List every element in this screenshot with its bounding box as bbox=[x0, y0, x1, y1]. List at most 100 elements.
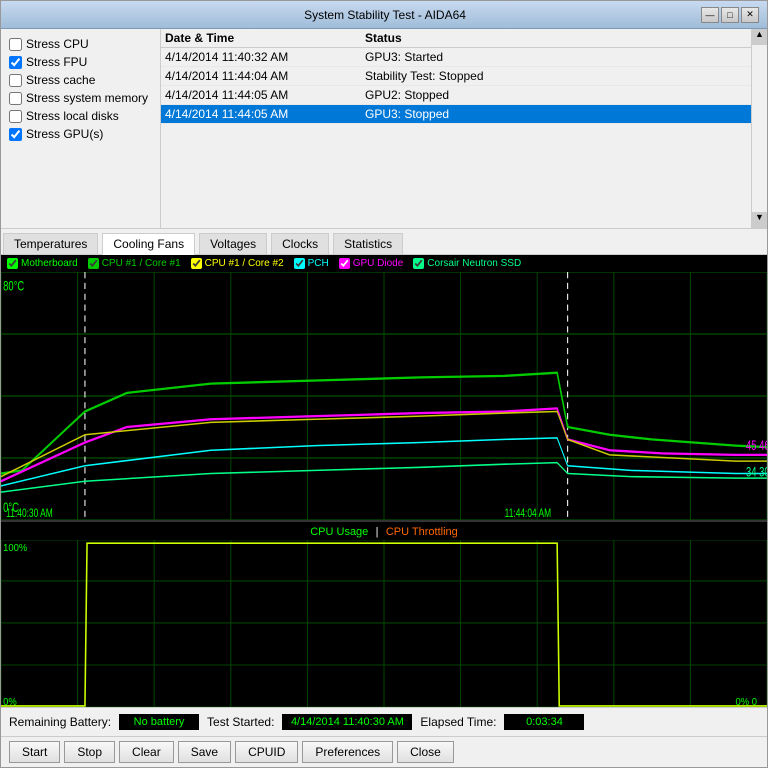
cpu-usage-svg: 100% 0% 0% 0 bbox=[1, 540, 767, 707]
svg-text:0% 0: 0% 0 bbox=[736, 697, 758, 707]
cpuid-button[interactable]: CPUID bbox=[235, 741, 298, 763]
stress-label-5: Stress GPU(s) bbox=[26, 127, 103, 141]
temperature-chart: Motherboard CPU #1 / Core #1 CPU #1 / Core… bbox=[1, 255, 767, 522]
legend-item-0: Motherboard bbox=[7, 258, 78, 269]
legend-label-4: GPU Diode bbox=[353, 258, 404, 269]
log-header-datetime: Date & Time bbox=[165, 31, 365, 45]
cpu-usage-label: CPU Usage bbox=[310, 526, 368, 538]
window-content: Stress CPU Stress FPU Stress cache Stress s… bbox=[1, 29, 767, 767]
legend-item-2: CPU #1 / Core #2 bbox=[191, 258, 284, 269]
legend-label-1: CPU #1 / Core #1 bbox=[102, 258, 181, 269]
stress-checkbox-0[interactable] bbox=[9, 38, 22, 51]
temperature-svg: 80°C 0°C 11:40:30 AM 11:44:04 AM 45 46 3… bbox=[1, 272, 767, 520]
stress-checkbox-3[interactable] bbox=[9, 92, 22, 105]
chart-legend: Motherboard CPU #1 / Core #1 CPU #1 / Core… bbox=[1, 255, 767, 272]
top-section: Stress CPU Stress FPU Stress cache Stress s… bbox=[1, 29, 767, 229]
svg-text:11:44:04 AM: 11:44:04 AM bbox=[505, 506, 551, 520]
preferences-button[interactable]: Preferences bbox=[302, 741, 393, 763]
start-button[interactable]: Start bbox=[9, 741, 60, 763]
started-value: 4/14/2014 11:40:30 AM bbox=[282, 714, 412, 730]
stress-options-panel: Stress CPU Stress FPU Stress cache Stress s… bbox=[1, 29, 161, 228]
tab-statistics[interactable]: Statistics bbox=[333, 233, 403, 254]
stress-checkbox-4[interactable] bbox=[9, 110, 22, 123]
window-title: System Stability Test - AIDA64 bbox=[69, 8, 701, 22]
stress-option-1: Stress FPU bbox=[9, 55, 152, 69]
window-controls: — □ ✕ bbox=[701, 7, 759, 23]
legend-checkbox-4[interactable] bbox=[339, 258, 350, 269]
svg-text:80°C: 80°C bbox=[3, 278, 24, 294]
cpu-usage-chart: CPU Usage | CPU Throttling bbox=[1, 522, 767, 707]
legend-checkbox-0[interactable] bbox=[7, 258, 18, 269]
cpu-chart-area: 100% 0% 0% 0 bbox=[1, 540, 767, 707]
log-cell-status: GPU3: Started bbox=[365, 50, 747, 64]
svg-text:100%: 100% bbox=[3, 543, 28, 554]
tab-temperatures[interactable]: Temperatures bbox=[3, 233, 98, 254]
log-cell-datetime: 4/14/2014 11:44:05 AM bbox=[165, 88, 365, 102]
log-panel: Date & Time Status 4/14/2014 11:40:32 AM… bbox=[161, 29, 751, 228]
started-label: Test Started: bbox=[207, 715, 274, 729]
tab-voltages[interactable]: Voltages bbox=[199, 233, 267, 254]
log-row[interactable]: 4/14/2014 11:44:05 AMGPU3: Stopped bbox=[161, 105, 751, 124]
maximize-button[interactable]: □ bbox=[721, 7, 739, 23]
stress-option-4: Stress local disks bbox=[9, 109, 152, 123]
cpu-chart-title: CPU Usage | CPU Throttling bbox=[1, 522, 767, 540]
tab-cooling-fans[interactable]: Cooling Fans bbox=[102, 233, 195, 255]
stress-label-3: Stress system memory bbox=[26, 91, 148, 105]
chart-area: 80°C 0°C 11:40:30 AM 11:44:04 AM 45 46 3… bbox=[1, 272, 767, 520]
log-header-status: Status bbox=[365, 31, 747, 45]
stress-option-0: Stress CPU bbox=[9, 37, 152, 51]
legend-checkbox-2[interactable] bbox=[191, 258, 202, 269]
stress-checkbox-1[interactable] bbox=[9, 56, 22, 69]
legend-label-2: CPU #1 / Core #2 bbox=[205, 258, 284, 269]
log-cell-status: GPU2: Stopped bbox=[365, 88, 747, 102]
close-button[interactable]: ✕ bbox=[741, 7, 759, 23]
svg-text:45 46: 45 46 bbox=[746, 437, 767, 453]
svg-text:34 30: 34 30 bbox=[746, 464, 767, 480]
charts-area: Motherboard CPU #1 / Core #1 CPU #1 / Core… bbox=[1, 255, 767, 707]
tab-clocks[interactable]: Clocks bbox=[271, 233, 329, 254]
tabs-bar: TemperaturesCooling FansVoltagesClocksSt… bbox=[1, 229, 767, 255]
log-cell-datetime: 4/14/2014 11:40:32 AM bbox=[165, 50, 365, 64]
stress-checkbox-2[interactable] bbox=[9, 74, 22, 87]
cpu-throttling-label: CPU Throttling bbox=[386, 526, 458, 538]
save-button[interactable]: Save bbox=[178, 741, 231, 763]
log-body[interactable]: 4/14/2014 11:40:32 AMGPU3: Started4/14/2… bbox=[161, 48, 751, 203]
log-cell-status: Stability Test: Stopped bbox=[365, 69, 747, 83]
separator: | bbox=[376, 526, 379, 538]
log-row[interactable]: 4/14/2014 11:44:04 AMStability Test: Sto… bbox=[161, 67, 751, 86]
log-cell-status: GPU3: Stopped bbox=[365, 107, 747, 121]
clear-button[interactable]: Clear bbox=[119, 741, 174, 763]
log-cell-datetime: 4/14/2014 11:44:05 AM bbox=[165, 107, 365, 121]
action-buttons: StartStopClearSaveCPUIDPreferencesClose bbox=[1, 736, 767, 767]
legend-checkbox-3[interactable] bbox=[294, 258, 305, 269]
svg-text:11:40:30 AM: 11:40:30 AM bbox=[6, 506, 52, 520]
legend-label-3: PCH bbox=[308, 258, 329, 269]
close-button[interactable]: Close bbox=[397, 741, 454, 763]
elapsed-value: 0:03:34 bbox=[504, 714, 584, 730]
stress-option-3: Stress system memory bbox=[9, 91, 152, 105]
stop-button[interactable]: Stop bbox=[64, 741, 115, 763]
legend-label-5: Corsair Neutron SSD bbox=[427, 258, 521, 269]
legend-item-5: Corsair Neutron SSD bbox=[413, 258, 521, 269]
legend-label-0: Motherboard bbox=[21, 258, 78, 269]
svg-text:0%: 0% bbox=[3, 697, 17, 707]
stress-label-1: Stress FPU bbox=[26, 55, 87, 69]
stress-label-0: Stress CPU bbox=[26, 37, 89, 51]
main-window: System Stability Test - AIDA64 — □ ✕ Str… bbox=[0, 0, 768, 768]
stress-option-5: Stress GPU(s) bbox=[9, 127, 152, 141]
legend-item-4: GPU Diode bbox=[339, 258, 404, 269]
stress-checkbox-5[interactable] bbox=[9, 128, 22, 141]
legend-checkbox-1[interactable] bbox=[88, 258, 99, 269]
stress-label-2: Stress cache bbox=[26, 73, 95, 87]
legend-item-3: PCH bbox=[294, 258, 329, 269]
battery-label: Remaining Battery: bbox=[9, 715, 111, 729]
minimize-button[interactable]: — bbox=[701, 7, 719, 23]
legend-checkbox-5[interactable] bbox=[413, 258, 424, 269]
elapsed-label: Elapsed Time: bbox=[420, 715, 496, 729]
log-row[interactable]: 4/14/2014 11:44:05 AMGPU2: Stopped bbox=[161, 86, 751, 105]
stress-option-2: Stress cache bbox=[9, 73, 152, 87]
log-scrollbar[interactable]: ▲ ▼ bbox=[751, 29, 767, 228]
legend-item-1: CPU #1 / Core #1 bbox=[88, 258, 181, 269]
log-row[interactable]: 4/14/2014 11:40:32 AMGPU3: Started bbox=[161, 48, 751, 67]
titlebar: System Stability Test - AIDA64 — □ ✕ bbox=[1, 1, 767, 29]
